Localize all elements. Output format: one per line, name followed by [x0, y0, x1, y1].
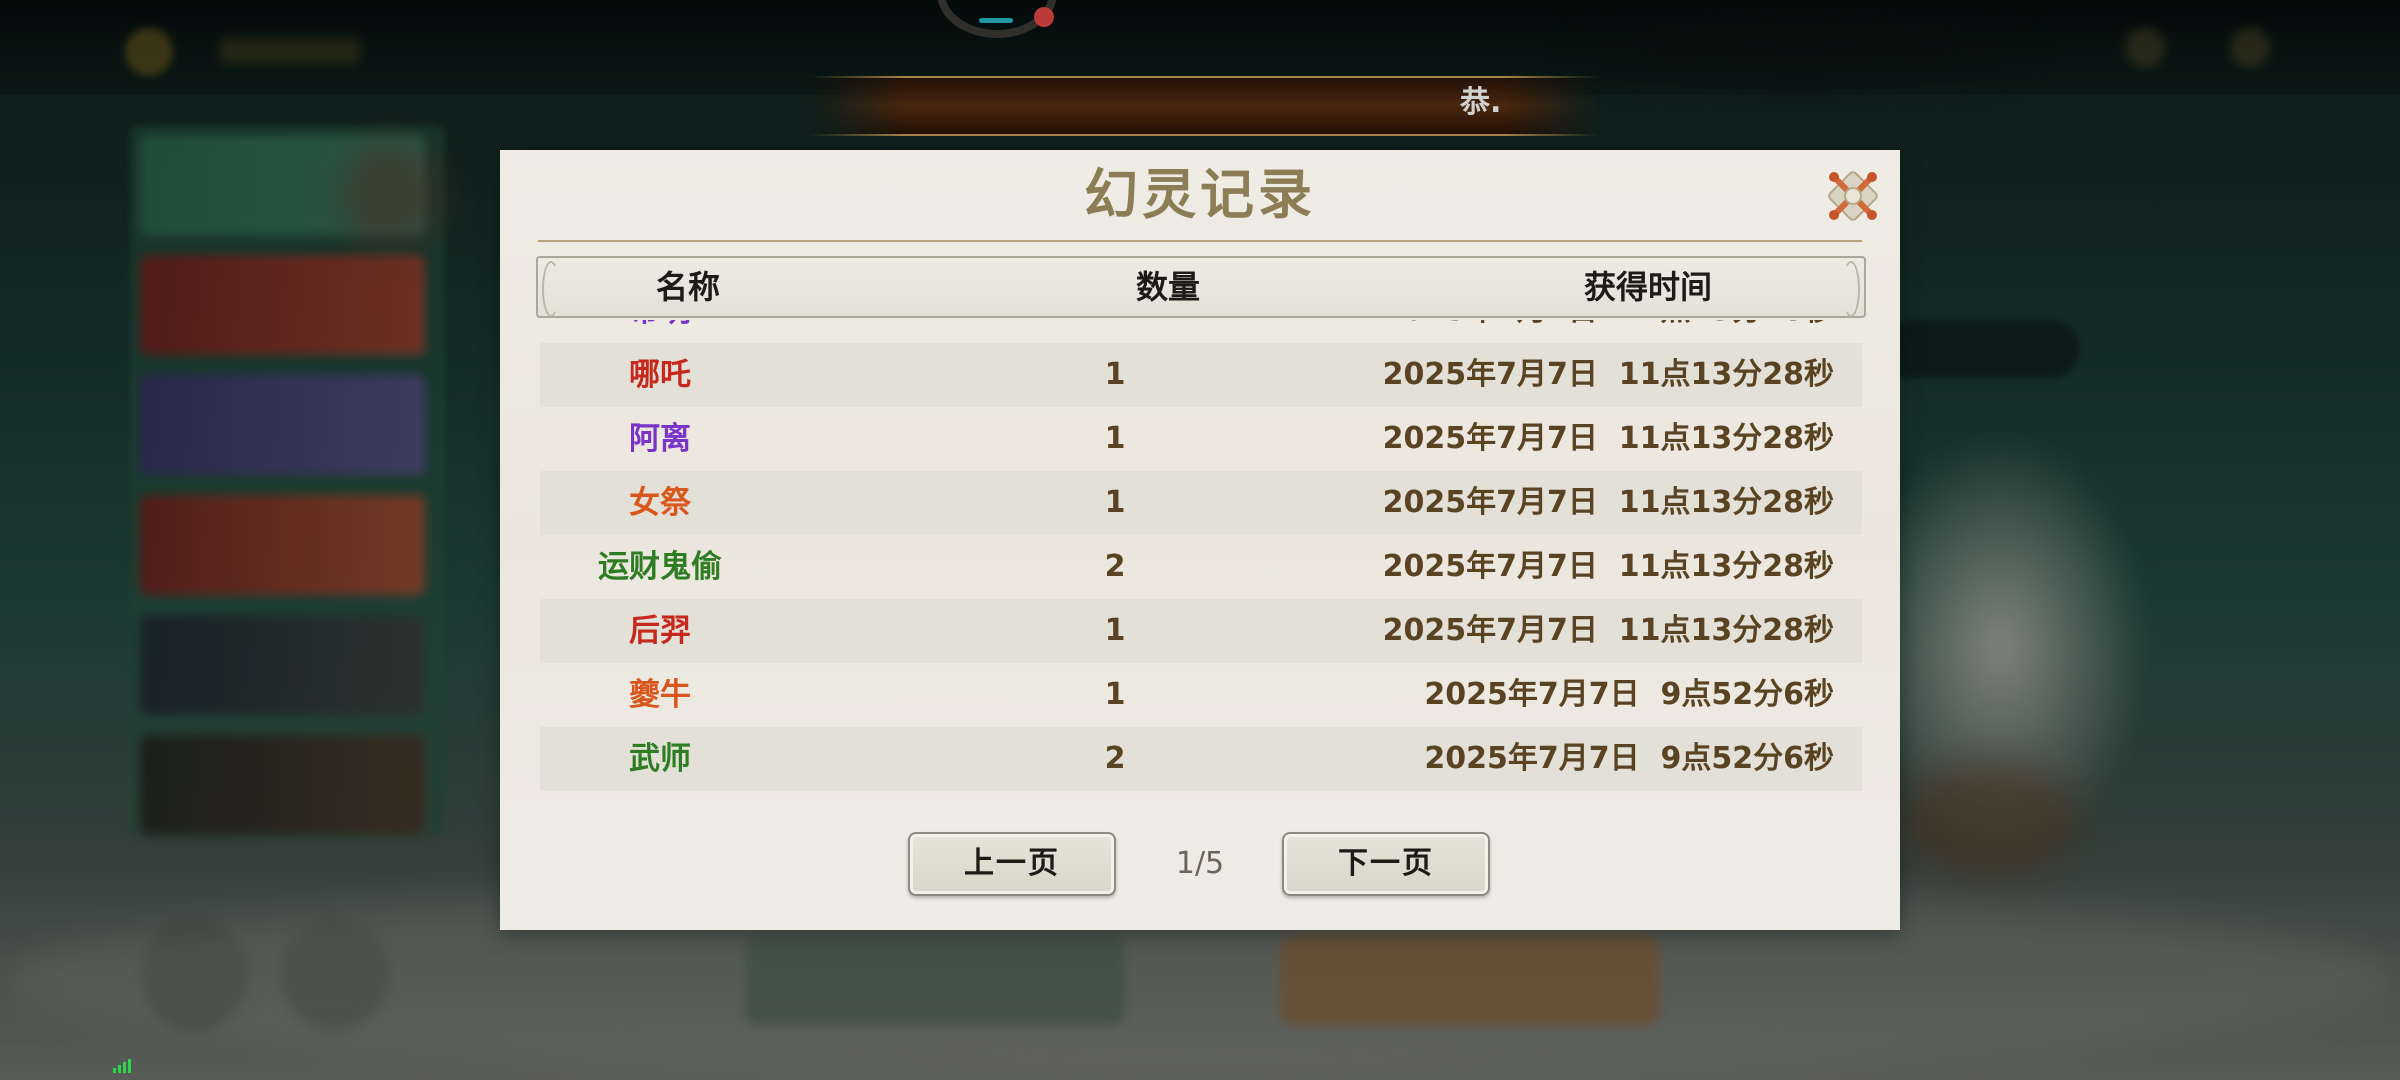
- row-time: 2025年7月7日 11点13分28秒: [1382, 613, 1834, 648]
- column-header-name: 名称: [655, 268, 720, 306]
- table-row: 女祭 1 2025年7月7日 11点13分28秒: [540, 471, 1862, 535]
- signal-strength-icon: [113, 1059, 131, 1073]
- close-icon: [1828, 171, 1878, 221]
- row-quantity: 1: [1104, 485, 1126, 520]
- row-time: 2025年7月7日 11点13分28秒: [1382, 485, 1834, 520]
- row-time: 2025年7月7日 11点13分28秒: [1382, 357, 1834, 392]
- table-row: 武师 2 2025年7月7日 9点52分6秒: [540, 727, 1862, 791]
- table-header: 名称 数量 获得时间: [536, 256, 1866, 318]
- prev-page-button[interactable]: 上一页: [908, 832, 1116, 896]
- close-button[interactable]: [1825, 168, 1881, 224]
- column-header-time: 获得时间: [1583, 268, 1712, 306]
- row-name: 运财鬼偷: [598, 549, 722, 585]
- row-quantity: 2: [1104, 741, 1126, 776]
- row-name: 女祭: [629, 485, 691, 521]
- row-time: 2025年7月7日 11点13分28秒: [1382, 421, 1834, 456]
- row-time: 2025年7月7日 11点13分28秒: [1382, 549, 1834, 584]
- row-name: 阿离: [629, 421, 691, 457]
- row-name: 后羿: [629, 613, 691, 649]
- row-quantity: 2: [1104, 549, 1126, 584]
- title-divider: [538, 240, 1862, 242]
- table-row: 运财鬼偷 2 2025年7月7日 11点13分28秒: [540, 535, 1862, 599]
- table-row: 哪吒 1 2025年7月7日 11点13分28秒: [540, 343, 1862, 407]
- row-name: 武师: [629, 741, 691, 777]
- table-row: 帝明 1 2025年7月7日 11点13分28秒: [540, 320, 1862, 343]
- table-row: 后羿 1 2025年7月7日 11点13分28秒: [540, 599, 1862, 663]
- record-dialog: 幻灵记录 名称 数量 获得时间 帝明12025年7月7日 11点13分28秒哪吒…: [500, 150, 1900, 930]
- row-time: 2025年7月7日 9点52分6秒: [1424, 677, 1834, 712]
- table-row: 阿离 1 2025年7月7日 11点13分28秒: [540, 407, 1862, 471]
- row-quantity: 1: [1104, 421, 1126, 456]
- row-time: 2025年7月7日 9点52分6秒: [1424, 741, 1834, 776]
- row-name: 帝明: [540, 320, 780, 343]
- next-page-button[interactable]: 下一页: [1282, 832, 1490, 896]
- row-quantity: 1: [1104, 613, 1126, 648]
- row-name: 哪吒: [629, 357, 691, 393]
- row-quantity: 1: [1070, 320, 1160, 343]
- column-header-quantity: 数量: [1135, 268, 1200, 306]
- table-row: 夔牛 1 2025年7月7日 9点52分6秒: [540, 663, 1862, 727]
- record-rows: 帝明12025年7月7日 11点13分28秒哪吒12025年7月7日 11点13…: [540, 320, 1862, 791]
- dialog-title: 幻灵记录: [1084, 162, 1316, 226]
- row-name: 夔牛: [629, 677, 691, 713]
- row-quantity: 1: [1104, 677, 1126, 712]
- row-time: 2025年7月7日 11点13分28秒: [1383, 320, 1834, 343]
- page-indicator: 1/5: [1175, 846, 1225, 881]
- row-quantity: 1: [1104, 357, 1126, 392]
- game-screen: 恭. 幻灵记录 名称 数量 获得时间 帝明12025年7月7日 11点13分28…: [0, 0, 2400, 1080]
